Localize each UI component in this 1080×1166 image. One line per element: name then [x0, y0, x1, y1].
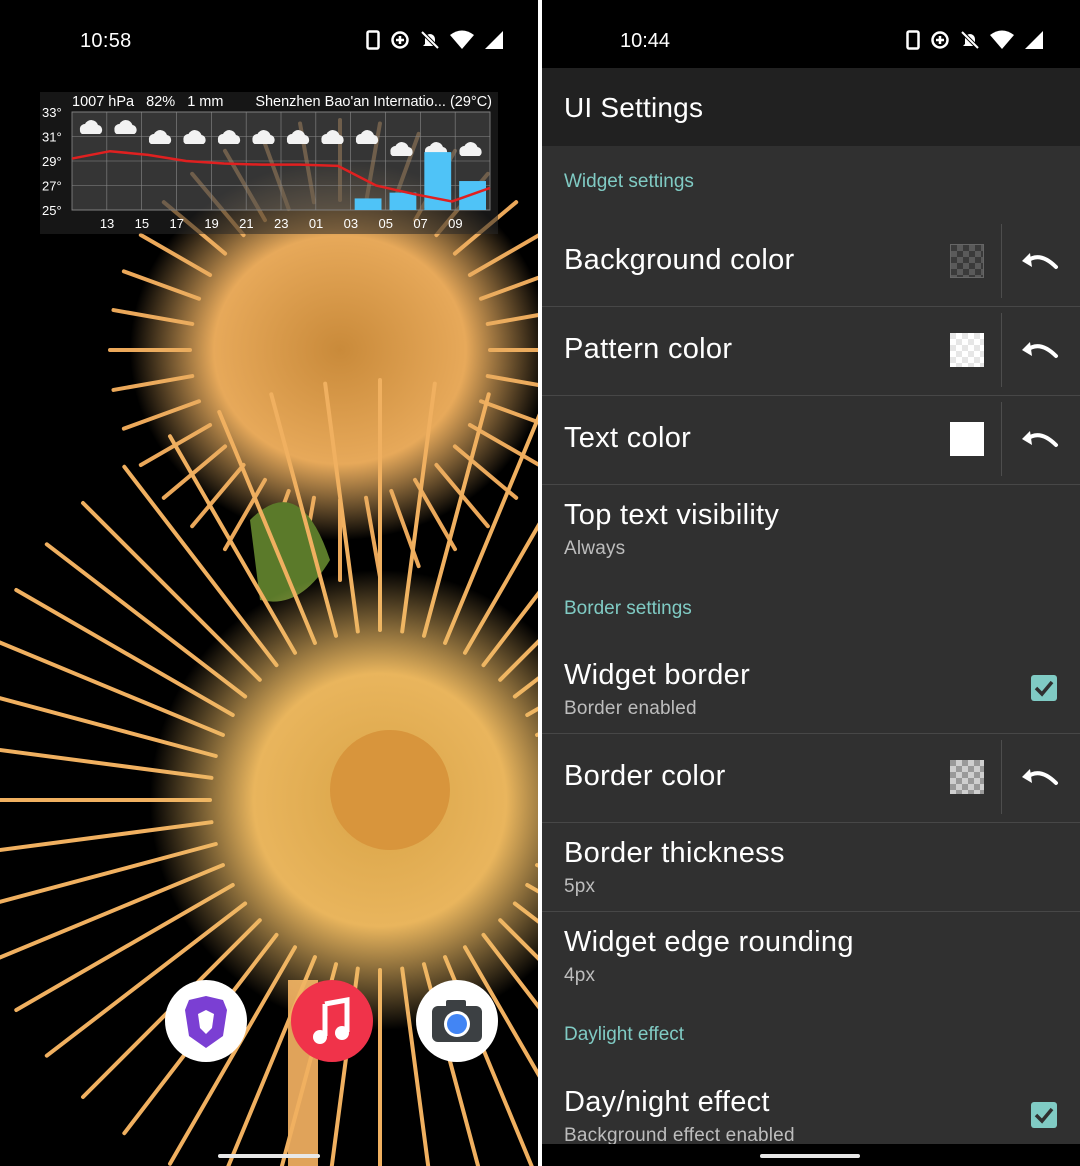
setting-summary: 5px [564, 876, 596, 897]
precip-bar [389, 192, 417, 210]
x-tick-label: 03 [344, 216, 358, 231]
section-header-widget-settings: Widget settings [564, 171, 694, 192]
weather-chart: 33° 31° 29° 27° 25° 13 15 17 19 21 23 01 03 05 07 09 [42, 105, 491, 231]
setting-summary: 4px [564, 965, 596, 986]
y-tick-label: 29° [42, 154, 62, 169]
gesture-nav-handle[interactable] [760, 1154, 860, 1158]
y-tick-label: 27° [42, 179, 62, 194]
data-saver-icon [931, 31, 949, 49]
setting-border-thickness[interactable]: Border thickness 5px [542, 823, 1080, 912]
setting-background-color[interactable]: Background color [542, 218, 1080, 307]
setting-label: Pattern color [564, 333, 733, 365]
setting-label: Border color [564, 760, 726, 792]
x-tick-label: 17 [170, 216, 184, 231]
section-header-border-settings: Border settings [564, 598, 692, 619]
border-checkbox[interactable] [1031, 675, 1057, 701]
setting-widget-edge-rounding[interactable]: Widget edge rounding 4px [542, 912, 1080, 1008]
app-dock [165, 980, 499, 1064]
setting-text-color[interactable]: Text color [542, 396, 1080, 485]
app-toolbar: UI Settings [542, 68, 1080, 146]
bell-off-icon [420, 30, 440, 50]
status-time: 10:44 [620, 30, 671, 52]
precip-bar [459, 181, 486, 210]
setting-border-color[interactable]: Border color [542, 734, 1080, 823]
camera-icon[interactable] [416, 980, 498, 1062]
phone-icon [906, 30, 920, 50]
signal-icon [1025, 31, 1043, 49]
setting-label: Widget border [564, 659, 751, 691]
setting-label: Top text visibility [564, 499, 780, 531]
y-tick-label: 25° [42, 203, 62, 218]
page-title: UI Settings [564, 92, 704, 123]
setting-summary: Border enabled [564, 698, 697, 719]
section-header-daylight-effect: Daylight effect [564, 1024, 685, 1045]
phone-icon [366, 30, 380, 50]
bell-off-icon [960, 30, 980, 50]
undo-icon[interactable] [1020, 336, 1060, 366]
setting-summary: Always [564, 538, 626, 559]
undo-icon[interactable] [1020, 247, 1060, 277]
status-bar: 10:44 [542, 0, 1080, 68]
color-swatch[interactable] [950, 244, 984, 278]
setting-pattern-color[interactable]: Pattern color [542, 307, 1080, 396]
x-tick-label: 19 [204, 216, 218, 231]
divider [1001, 740, 1002, 814]
undo-icon[interactable] [1020, 425, 1060, 455]
music-icon[interactable] [291, 980, 373, 1062]
status-time: 10:58 [80, 30, 132, 52]
precip-bar [354, 198, 382, 210]
setting-widget-border[interactable]: Widget border Border enabled [542, 645, 1080, 734]
setting-label: Widget edge rounding [564, 926, 854, 958]
status-bar: 10:58 [0, 0, 538, 84]
status-icons [906, 30, 1044, 50]
y-tick-label: 31° [42, 130, 62, 145]
color-swatch[interactable] [950, 333, 984, 367]
settings-screen: 10:44 UI Settings Widget settings Backgr… [542, 0, 1080, 1166]
x-tick-label: 15 [135, 216, 149, 231]
x-tick-label: 07 [413, 216, 427, 231]
color-swatch[interactable] [950, 422, 984, 456]
status-icons [366, 30, 504, 50]
setting-label: Day/night effect [564, 1086, 770, 1118]
x-tick-label: 13 [100, 216, 114, 231]
wifi-icon [450, 30, 474, 49]
check-icon [1034, 680, 1054, 697]
x-tick-label: 01 [309, 216, 323, 231]
x-tick-label: 21 [239, 216, 253, 231]
x-tick-label: 23 [274, 216, 288, 231]
wifi-icon [990, 30, 1014, 49]
setting-label: Border thickness [564, 837, 785, 869]
y-tick-label: 33° [42, 105, 62, 120]
data-saver-icon [391, 31, 409, 49]
x-tick-label: 09 [448, 216, 462, 231]
setting-label: Text color [564, 422, 692, 454]
brave-browser-icon[interactable] [165, 980, 247, 1062]
x-tick-label: 05 [379, 216, 393, 231]
divider [1001, 402, 1002, 476]
home-screen: 10:58 1007 hPa 82% 1 mm Shenzhen Bao'an … [0, 0, 538, 1166]
check-icon [1034, 1107, 1054, 1124]
signal-icon [485, 31, 503, 49]
setting-top-text-visibility[interactable]: Top text visibility Always [542, 485, 1080, 581]
weather-widget[interactable]: 1007 hPa 82% 1 mm Shenzhen Bao'an Intern… [40, 92, 498, 234]
gesture-nav-handle[interactable] [218, 1154, 320, 1158]
divider [1001, 313, 1002, 387]
divider [1001, 224, 1002, 298]
color-swatch[interactable] [950, 760, 984, 794]
undo-icon[interactable] [1020, 763, 1060, 793]
day-night-checkbox[interactable] [1031, 1102, 1057, 1128]
setting-label: Background color [564, 244, 795, 276]
